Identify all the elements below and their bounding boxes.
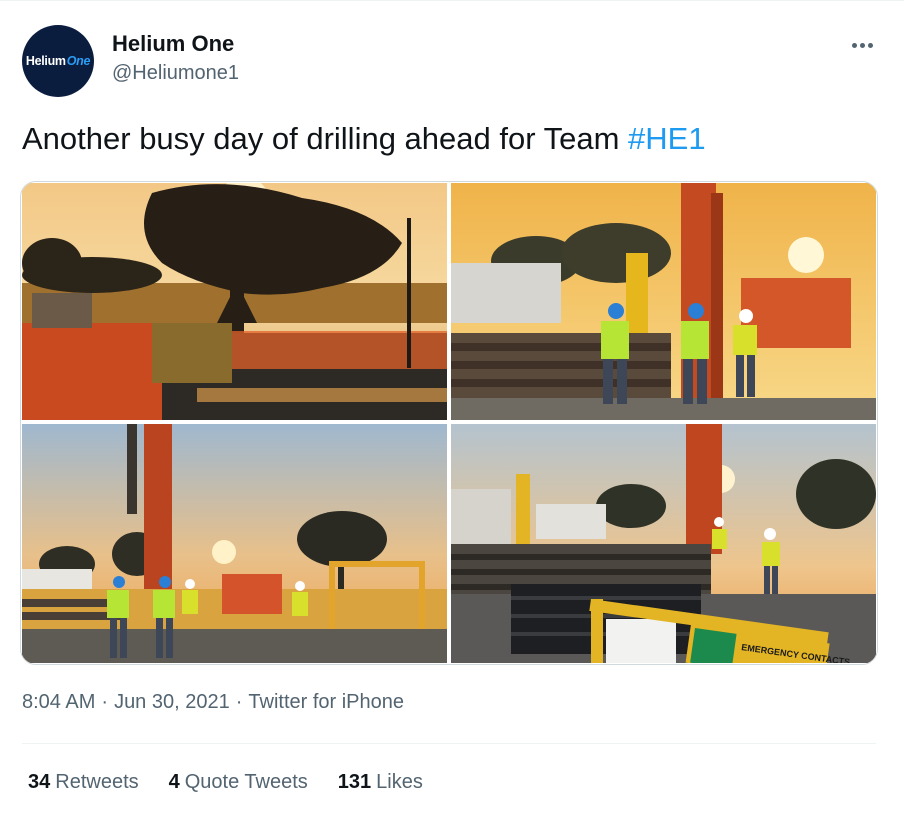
retweets-stat[interactable]: 34 Retweets [28,771,139,794]
photo-2[interactable] [451,183,876,420]
author-handle[interactable]: @Heliumone1 [112,62,239,85]
tweet-time[interactable]: 8:04 AM [22,691,95,713]
photo-1[interactable] [22,183,447,420]
likes-stat[interactable]: 131 Likes [338,771,423,794]
tweet-body: Another busy day of drilling ahead for T… [22,121,629,156]
photo-3[interactable] [22,424,447,663]
tweet-date[interactable]: Jun 30, 2021 [114,691,230,713]
more-options-icon[interactable] [845,28,879,62]
tweet-stats: 34 Retweets 4 Quote Tweets 131 Likes [28,771,423,794]
avatar-logo: HeliumOne [25,54,91,68]
quote-tweets-stat[interactable]: 4 Quote Tweets [169,771,308,794]
meta-divider [22,743,876,744]
author-name[interactable]: Helium One [112,31,234,57]
photo-4[interactable]: EMERGENCY CONTACTS [451,424,876,663]
hashtag-link[interactable]: #HE1 [628,121,706,156]
tweet-source[interactable]: Twitter for iPhone [248,691,404,713]
tweet-text: Another busy day of drilling ahead for T… [22,121,706,157]
avatar[interactable]: HeliumOne [22,25,94,97]
tweet-meta: 8:04 AM · Jun 30, 2021 · Twitter for iPhone [22,691,405,713]
top-divider [0,0,904,1]
media-grid: EMERGENCY CONTACTS [20,181,878,665]
